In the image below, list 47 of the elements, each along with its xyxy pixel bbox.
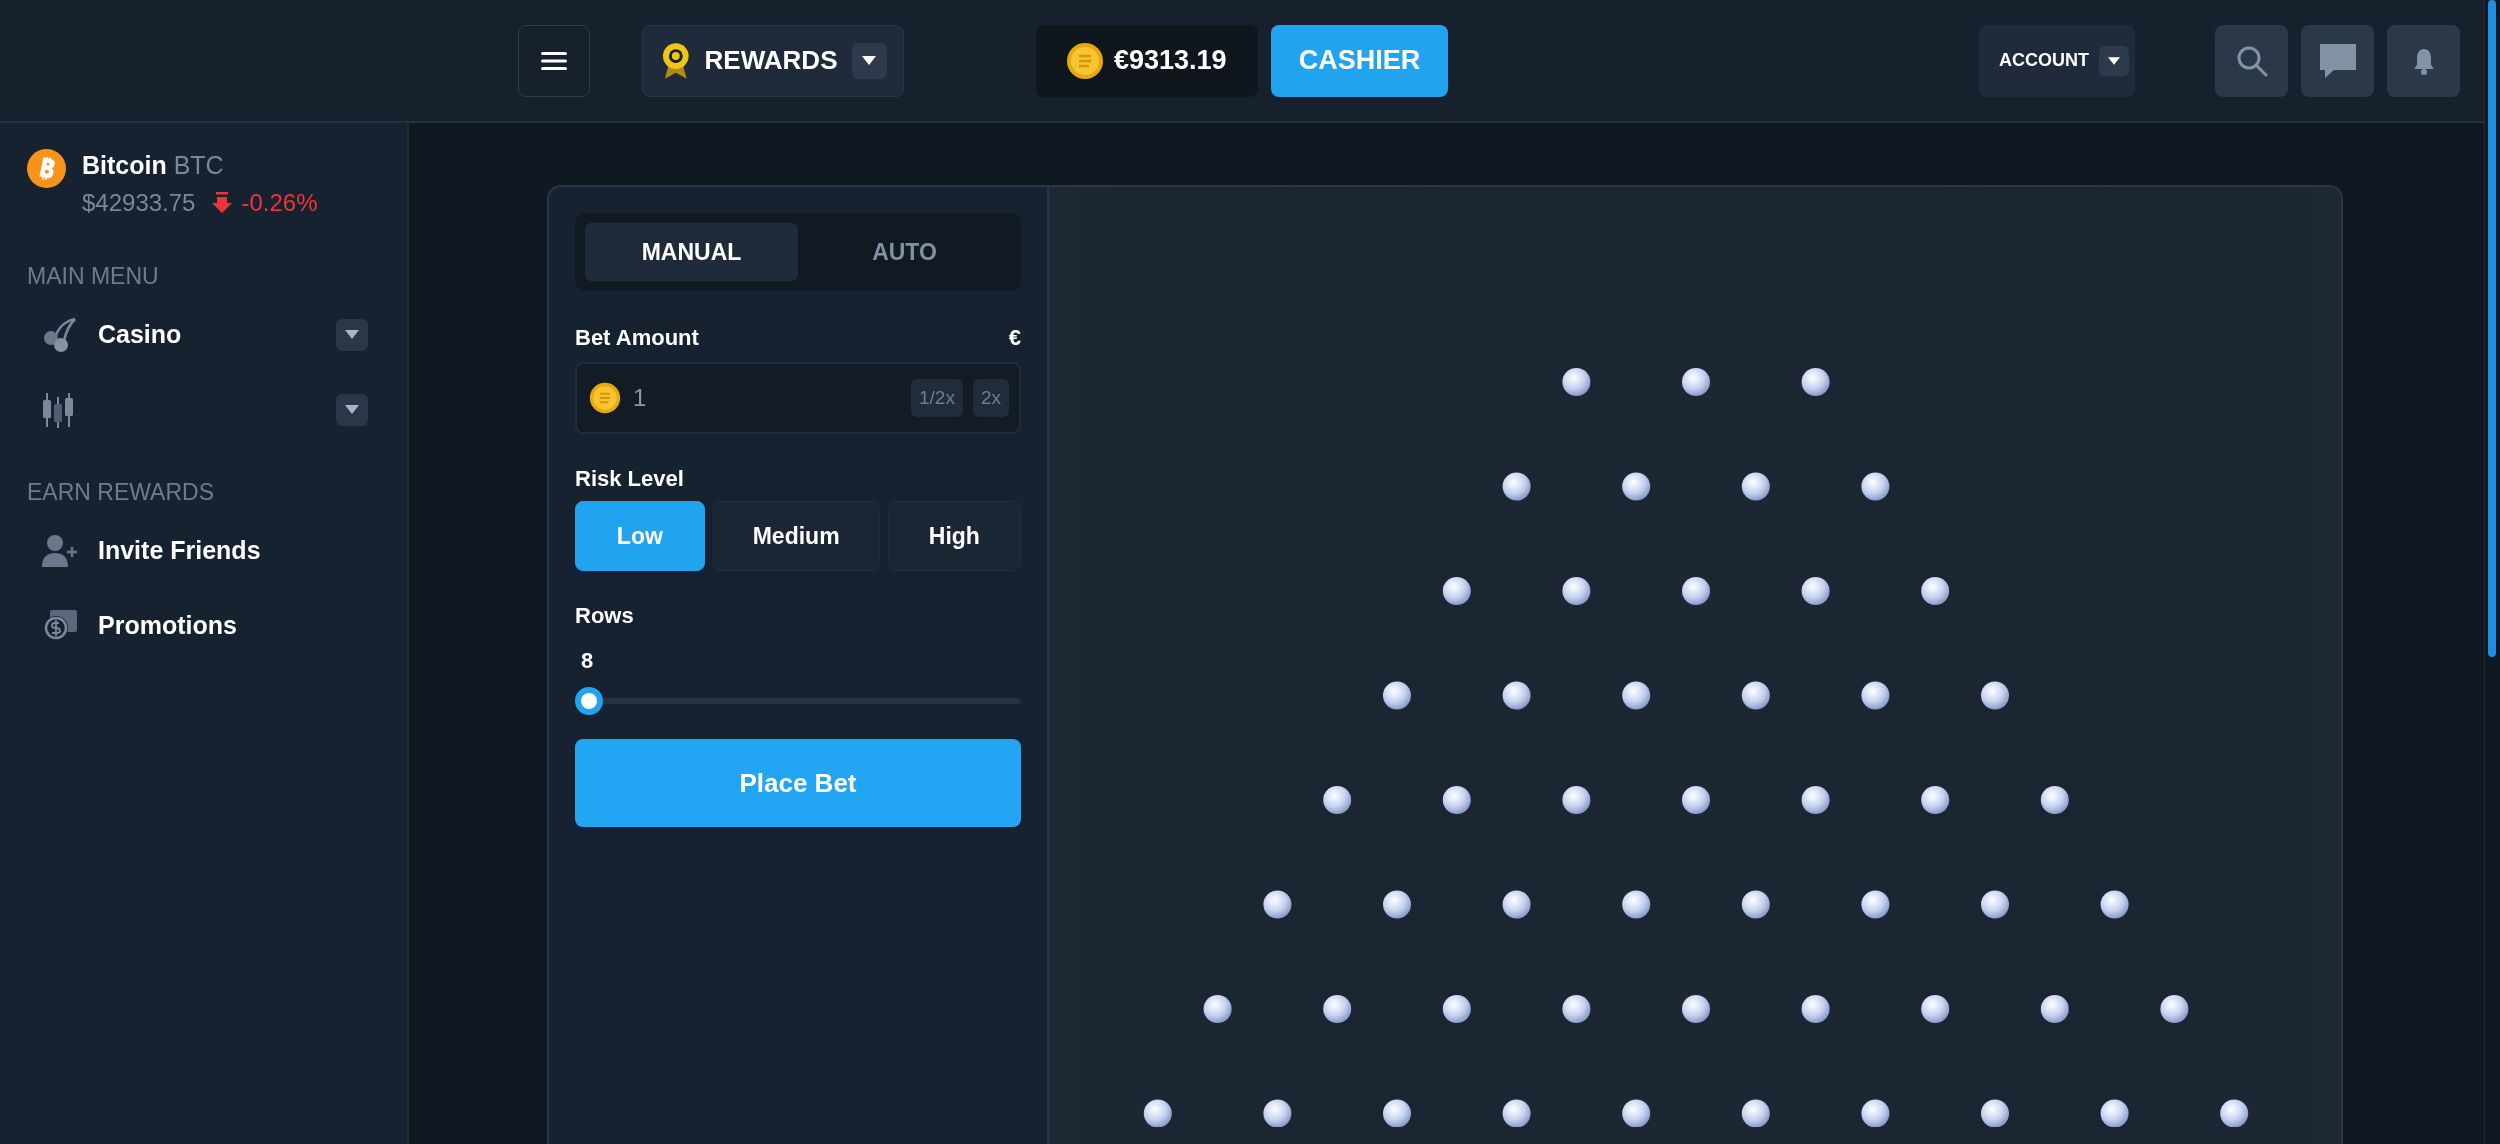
currency-symbol: €	[1008, 324, 1021, 352]
rewards-button[interactable]: REWARDS	[642, 24, 904, 97]
risk-option[interactable]: Medium	[712, 501, 880, 571]
bet-amount-field[interactable]: 1 1/2x 2x	[575, 362, 1021, 434]
section-heading: EARN REWARDS	[27, 478, 215, 507]
search-icon	[2235, 44, 2268, 77]
coin-price: $42933.75	[82, 187, 196, 218]
coin-icon	[1066, 41, 1104, 80]
balance-amount: €9313.19	[1114, 44, 1227, 78]
candlestick-chart-icon[interactable]	[42, 391, 74, 428]
expand-button[interactable]	[336, 318, 368, 351]
medal-icon	[661, 41, 691, 80]
search-button[interactable]	[2215, 24, 2288, 97]
chat-icon	[2317, 41, 2358, 80]
cherries-icon	[42, 316, 78, 353]
caret-icon	[345, 330, 359, 339]
caret-icon	[345, 405, 359, 414]
coin-icon	[589, 382, 621, 414]
mode-tab[interactable]: AUTO	[798, 223, 1011, 281]
chat-button[interactable]	[2301, 24, 2374, 97]
menu-icon	[541, 50, 567, 71]
expand-button[interactable]	[336, 393, 368, 426]
add-user-icon	[42, 534, 78, 568]
menu-item-label: Promotions	[98, 610, 237, 642]
field-label: Risk Level	[575, 465, 685, 493]
section-heading: MAIN MENU	[27, 261, 160, 291]
menu-item-label: Invite Friends	[98, 535, 261, 567]
menu-item-label: Casino	[98, 318, 182, 350]
price-change: -0.26%	[241, 187, 318, 218]
field-label: Bet Amount	[575, 324, 699, 352]
multiplier-button[interactable]: 2x	[972, 379, 1009, 417]
multiplier-button[interactable]: 1/2x	[911, 379, 963, 417]
mode-tab[interactable]: MANUAL	[585, 223, 798, 281]
money-coin-icon	[42, 609, 78, 643]
slider-handle[interactable]	[575, 687, 603, 715]
bell-icon	[2411, 46, 2436, 75]
account-button[interactable]: ACCOUNT	[1979, 24, 2135, 97]
caret-icon	[2099, 45, 2129, 76]
menu-button[interactable]	[518, 24, 590, 97]
caret-icon	[851, 42, 887, 79]
risk-option[interactable]: High	[887, 501, 1021, 571]
coin-name: Bitcoin BTC	[82, 150, 225, 181]
scrollbar-thumb[interactable]	[2488, 0, 2496, 657]
bitcoin-icon	[27, 149, 66, 188]
rows-value: 8	[581, 647, 594, 675]
notifications-button[interactable]	[2387, 24, 2460, 97]
field-label: Rows	[575, 602, 635, 630]
